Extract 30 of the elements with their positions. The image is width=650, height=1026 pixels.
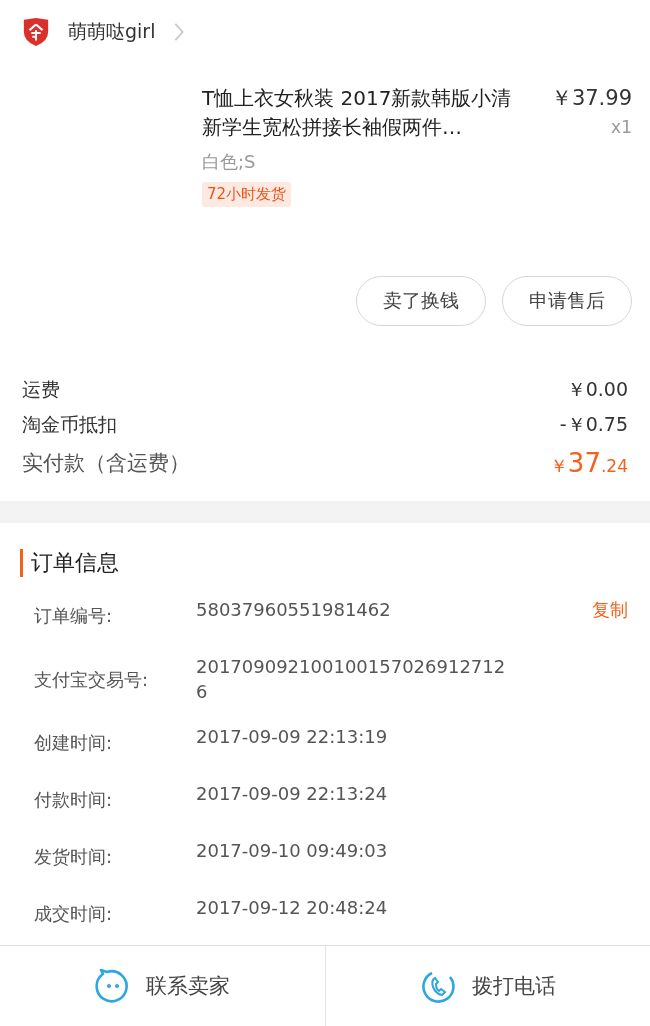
product-quantity: x1 [610, 117, 632, 137]
info-value: 2017-09-09 22:13:19 [196, 725, 389, 749]
chat-face-icon [94, 968, 131, 1004]
info-value: 2017-09-10 09:49:03 [196, 839, 389, 863]
action-button[interactable]: 申请售后 [502, 276, 632, 326]
total-amount: ￥37.24 [549, 447, 628, 480]
fee-value: -￥0.75 [559, 412, 628, 437]
info-label: 成交时间: [34, 902, 114, 926]
info-label: 发货时间: [34, 845, 114, 869]
total-label: 实付款（含运费） [22, 450, 190, 477]
info-value: 2017-09-12 20:48:24 [196, 896, 389, 920]
shop-name[interactable]: 萌萌哒girl [68, 19, 156, 45]
chevron-right-icon[interactable] [173, 22, 186, 42]
info-label: 订单编号: [34, 604, 114, 628]
info-label: 支付宝交易号: [34, 667, 150, 692]
product-price: ￥37.99 [549, 85, 632, 112]
info-value: 58037960551981462 [196, 598, 392, 622]
info-value: 2017090921001001570269127126 [196, 655, 507, 704]
info-label: 创建时间: [34, 731, 114, 755]
product-title[interactable]: T恤上衣女秋装 2017新款韩版小清新学生宽松拼接长袖假两件… [202, 84, 527, 142]
fee-label: 淘金币抵扣 [22, 412, 117, 437]
fee-label: 运费 [22, 377, 60, 402]
fee-value: ￥0.00 [566, 377, 628, 402]
info-label: 付款时间: [34, 788, 114, 812]
product-variant: 白色;S [202, 150, 257, 174]
info-value: 2017-09-09 22:13:24 [196, 782, 389, 806]
section-title: 订单信息 [20, 549, 119, 577]
shipping-tag: 72小时发货 [202, 182, 292, 207]
action-button[interactable]: 卖了换钱 [356, 276, 486, 326]
shop-badge-icon [22, 17, 50, 47]
